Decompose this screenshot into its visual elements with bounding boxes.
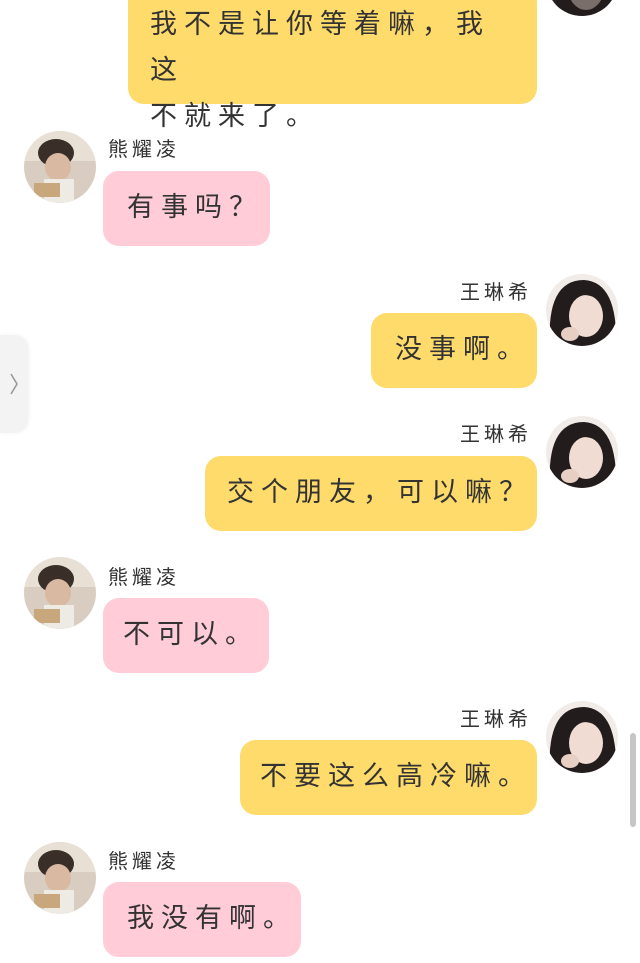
sender-name: 熊耀凌	[108, 849, 180, 873]
boy-avatar-icon	[24, 131, 96, 203]
message-bubble-self[interactable]: 没事啊。	[371, 313, 537, 388]
sender-name: 王琳希	[460, 280, 532, 304]
contact-avatar[interactable]	[24, 842, 96, 914]
message-bubble-self[interactable]: 交个朋友，可以嘛？	[205, 456, 537, 531]
message-bubble-self[interactable]: 我不是让你等着嘛，我这 不就来了。	[128, 0, 537, 132]
girl-avatar-icon	[546, 701, 618, 773]
self-avatar[interactable]	[546, 701, 618, 773]
boy-avatar-icon	[24, 557, 96, 629]
side-drawer-tab[interactable]	[0, 335, 28, 433]
message-text: 我没有啊。	[127, 903, 297, 934]
self-avatar[interactable]	[546, 416, 618, 488]
chevron-right-icon	[10, 373, 18, 395]
sender-name: 熊耀凌	[108, 565, 180, 589]
contact-avatar[interactable]	[24, 131, 96, 203]
girl-avatar-icon	[546, 416, 618, 488]
message-bubble-contact[interactable]: 我没有啊。	[103, 882, 301, 957]
message-text: 交个朋友，可以嘛？	[227, 477, 533, 508]
contact-avatar[interactable]	[24, 557, 96, 629]
message-bubble-self[interactable]: 不要这么高冷嘛。	[240, 740, 537, 815]
self-avatar[interactable]	[546, 0, 618, 16]
sender-name: 熊耀凌	[108, 137, 180, 161]
girl-avatar-icon	[546, 274, 618, 346]
message-bubble-contact[interactable]: 不可以。	[103, 598, 269, 673]
scrollbar-thumb[interactable]	[630, 733, 636, 827]
girl-avatar-icon	[546, 0, 618, 16]
message-text: 有事吗？	[127, 192, 263, 223]
sender-name: 王琳希	[460, 422, 532, 446]
message-text: 没事啊。	[395, 334, 531, 365]
message-text: 不可以。	[123, 619, 259, 650]
message-text-line: 不就来了。	[150, 101, 320, 132]
message-text: 不要这么高冷嘛。	[260, 761, 532, 792]
self-avatar[interactable]	[546, 274, 618, 346]
boy-avatar-icon	[24, 842, 96, 914]
message-bubble-contact[interactable]: 有事吗？	[103, 171, 270, 246]
sender-name: 王琳希	[460, 707, 532, 731]
message-text-line: 我不是让你等着嘛，我这	[150, 9, 490, 86]
